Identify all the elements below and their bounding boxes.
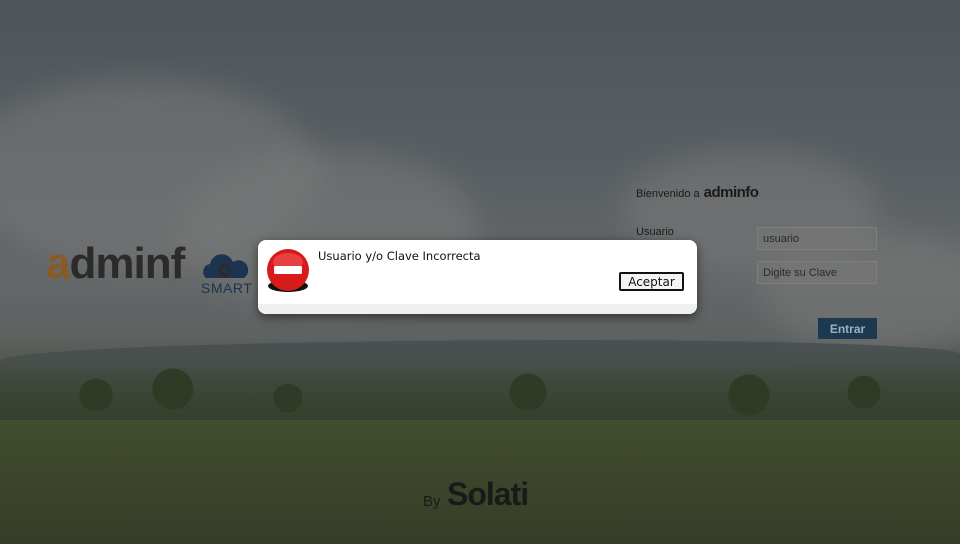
logo-letter-a: a (46, 239, 71, 288)
welcome-heading: Bienvenido a adminfo (636, 184, 759, 201)
username-input[interactable] (757, 227, 877, 250)
welcome-brand-logo: adminfo (703, 184, 759, 201)
dialog-message: Usuario y/o Clave Incorrecta (318, 249, 481, 263)
cloud-logo-icon (203, 254, 248, 278)
footer-solati-logo: Solati (447, 476, 529, 512)
logo-smart-label: SMART (201, 280, 253, 296)
user-label: Usuario (636, 226, 674, 238)
password-input[interactable] (757, 261, 877, 284)
welcome-text: Bienvenido a (636, 188, 700, 200)
adminfo-smart-logo: adminf SMART (46, 240, 256, 300)
accept-button[interactable]: Aceptar (619, 272, 684, 291)
error-dialog: Usuario y/o Clave Incorrecta Aceptar (258, 240, 697, 314)
error-stop-icon (267, 249, 309, 292)
login-submit-button[interactable]: Entrar (818, 318, 877, 339)
dialog-footer-strip (258, 304, 697, 314)
footer-by-text: By (423, 493, 441, 510)
logo-wordmark: dminf (69, 239, 185, 288)
